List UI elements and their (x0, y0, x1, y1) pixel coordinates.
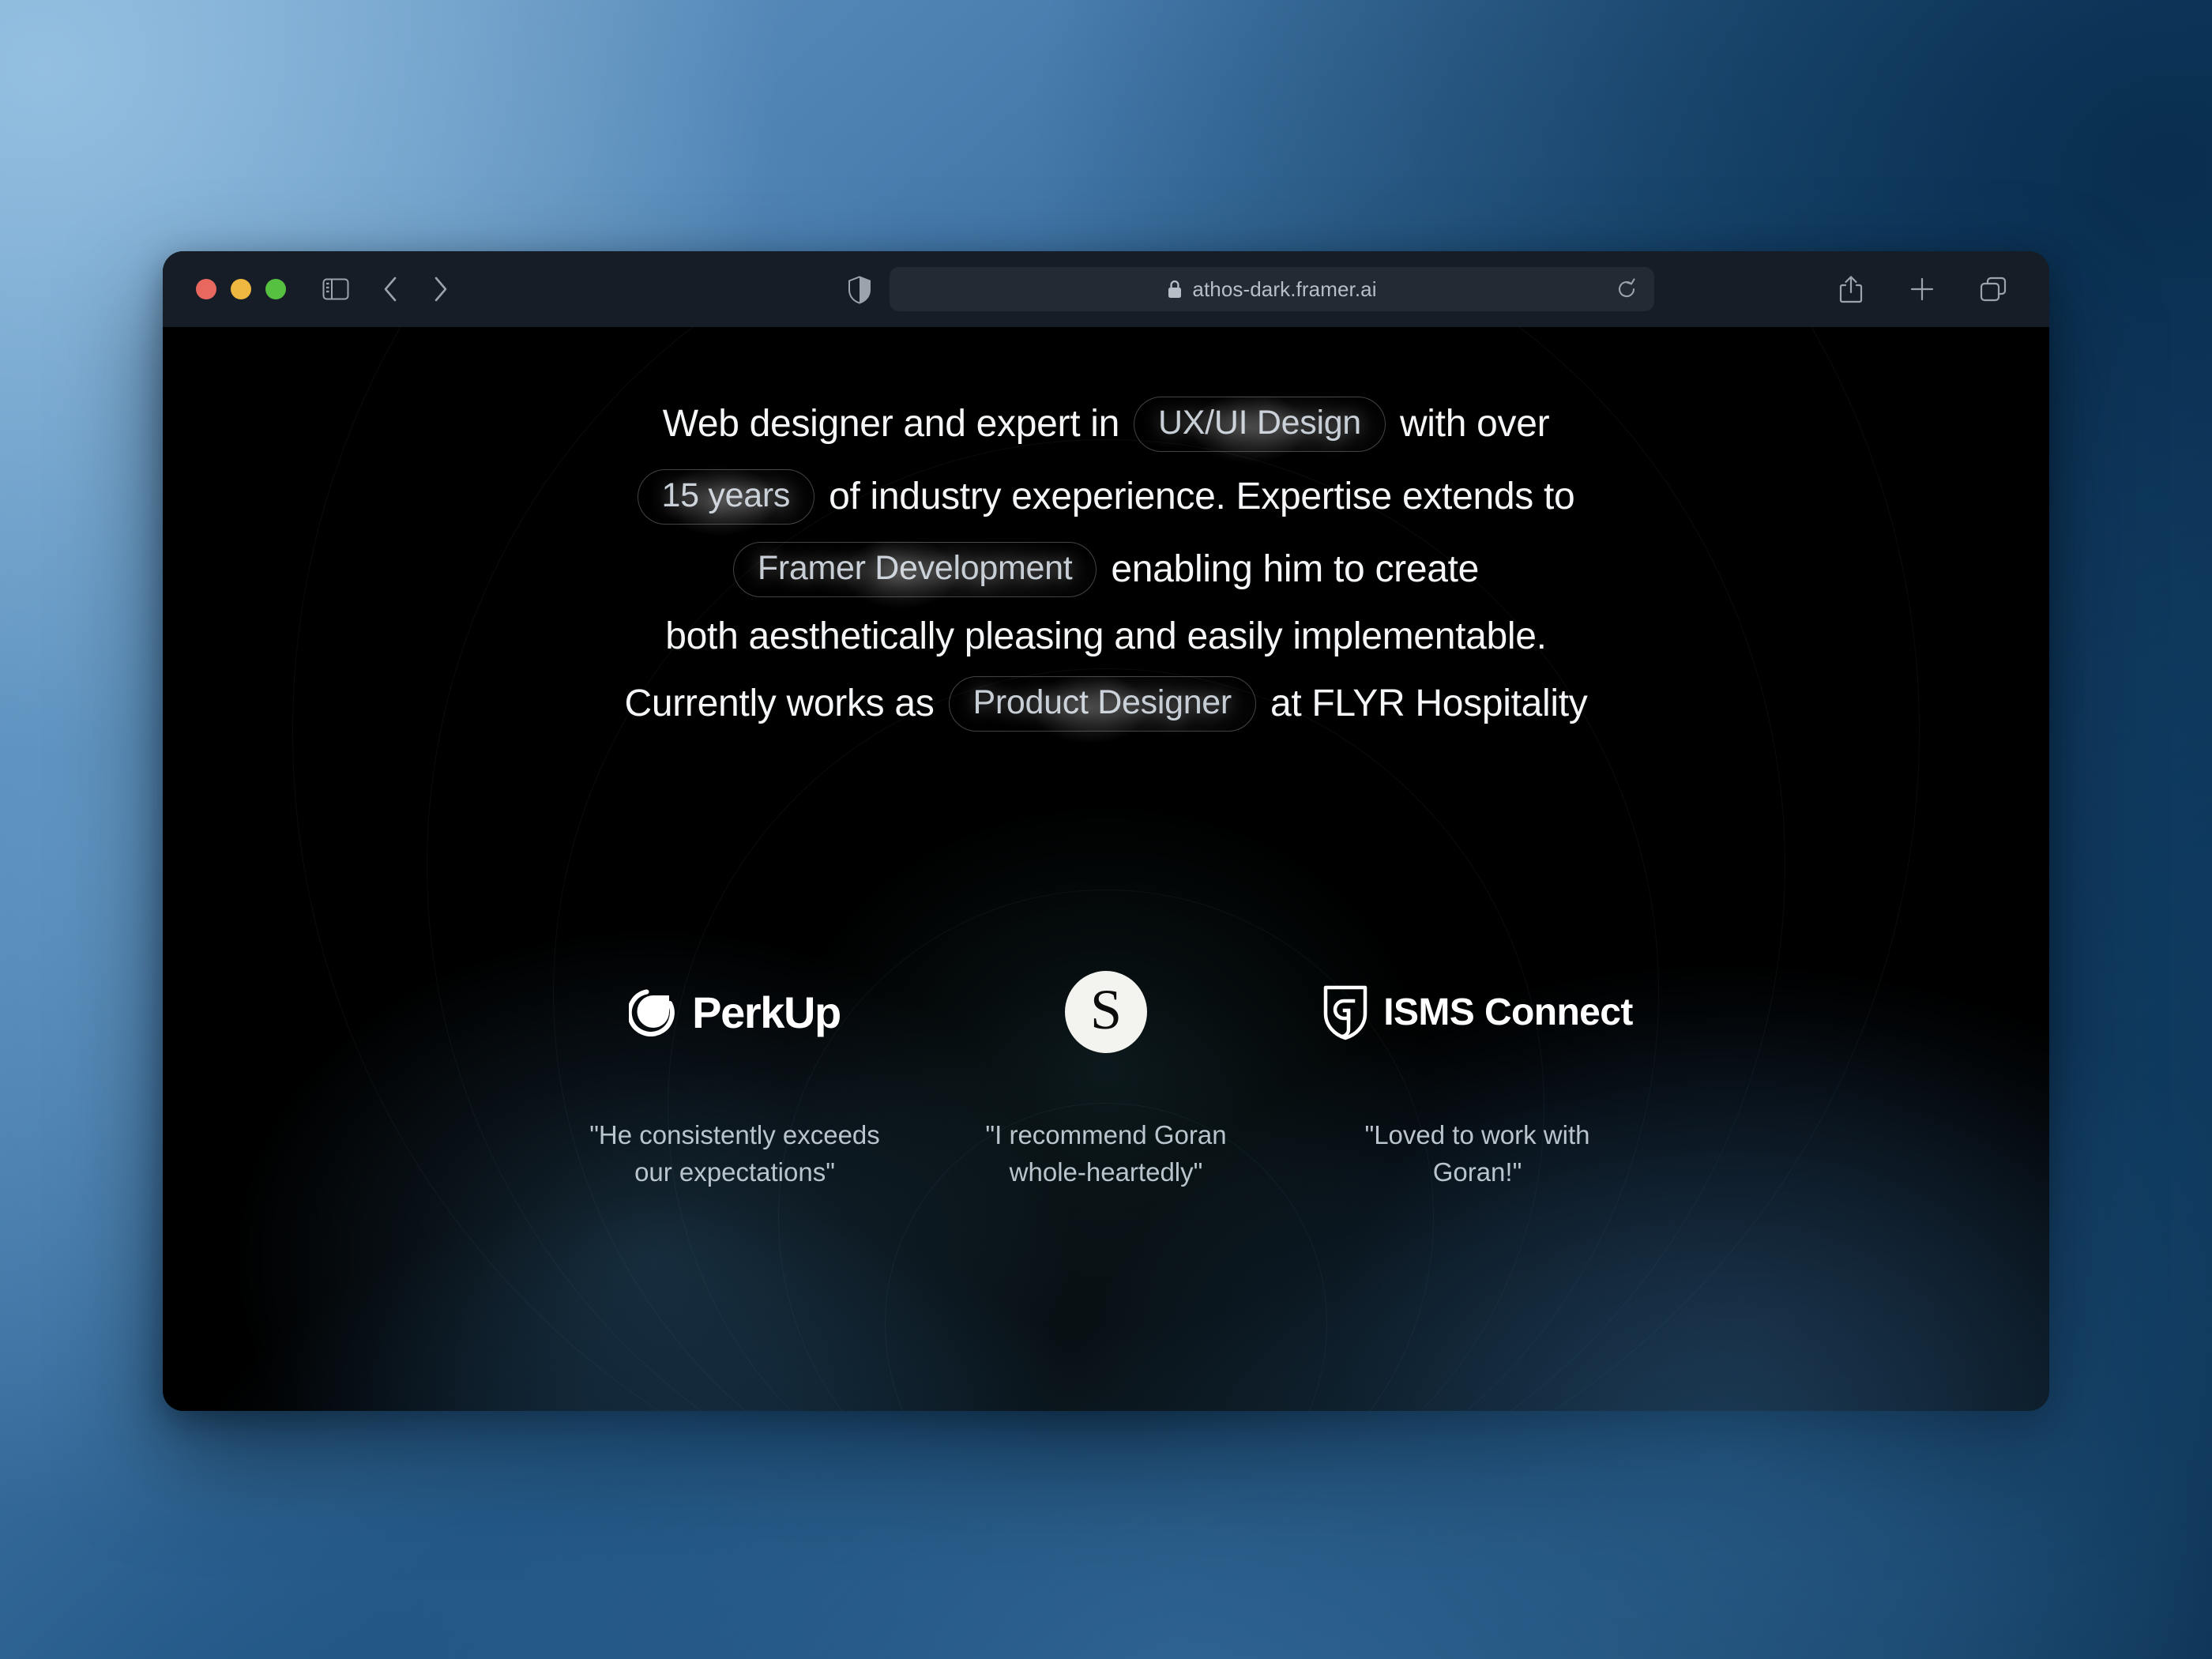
pill-ux-ui-design[interactable]: UX/UI Design (1134, 397, 1386, 452)
toolbar-right-group (1830, 268, 2014, 310)
testimonials-row: PerkUp "He consistently exceeds our expe… (163, 969, 2049, 1191)
s-circle-logo: S (1065, 969, 1147, 1055)
testimonial-quote: "Loved to work with Goran!" (1364, 1120, 1590, 1187)
hero-headline: Web designer and expert in UX/UI Design … (163, 327, 2049, 732)
headline-line-4: both aesthetically pleasing and easily i… (163, 615, 2049, 659)
headline-text-segment: at FLYR Hospitality (1270, 683, 1588, 725)
headline-text-segment: Web designer and expert in (662, 402, 1120, 445)
browser-window: athos-dark.framer.ai Web designer and ex… (163, 251, 2049, 1411)
headline-text-segment: enabling him to create (1111, 547, 1480, 590)
navigation-buttons (370, 268, 461, 310)
testimonial-s-company: S "I recommend Goran whole-heartedly" (920, 969, 1292, 1191)
perkup-logo: PerkUp (629, 969, 841, 1055)
isms-shield-icon (1324, 985, 1367, 1040)
headline-line-1: Web designer and expert in UX/UI Design … (163, 397, 2049, 452)
isms-connect-logo-text: ISMS Connect (1383, 991, 1633, 1033)
forward-button-icon[interactable] (419, 268, 461, 310)
new-tab-icon[interactable] (1901, 268, 1943, 310)
s-badge-icon: S (1065, 971, 1147, 1054)
privacy-shield-icon[interactable] (838, 269, 881, 311)
headline-text-segment: both aesthetically pleasing and easily i… (665, 615, 1547, 657)
perkup-mark-icon (629, 989, 675, 1037)
s-badge-letter: S (1089, 978, 1123, 1042)
desktop-wallpaper: athos-dark.framer.ai Web designer and ex… (0, 0, 2212, 1659)
headline-line-5: Currently works as Product Designer at F… (163, 676, 2049, 732)
headline-text-segment: of industry exeperience. Expertise exten… (829, 475, 1575, 517)
testimonial-perkup: PerkUp "He consistently exceeds our expe… (549, 969, 920, 1191)
maximize-window-button[interactable] (265, 279, 286, 299)
pill-15-years[interactable]: 15 years (637, 469, 815, 525)
perkup-logo-text: PerkUp (692, 987, 841, 1037)
back-button-icon[interactable] (370, 268, 412, 310)
headline-text-segment: with over (1399, 402, 1550, 445)
share-icon[interactable] (1830, 268, 1872, 310)
tab-overview-icon[interactable] (1972, 268, 2014, 310)
pill-product-designer[interactable]: Product Designer (948, 676, 1256, 732)
testimonial-quote: "He consistently exceeds our expectation… (589, 1120, 880, 1187)
minimize-window-button[interactable] (231, 279, 251, 299)
headline-text-segment: Currently works as (624, 683, 935, 725)
sidebar-toggle-icon[interactable] (314, 268, 357, 310)
isms-connect-logo: ISMS Connect (1322, 969, 1633, 1055)
url-text: athos-dark.framer.ai (1192, 276, 1377, 301)
page-viewport: Web designer and expert in UX/UI Design … (163, 327, 2049, 1411)
address-bar[interactable]: athos-dark.framer.ai (890, 267, 1654, 311)
window-controls (196, 279, 286, 299)
headline-line-2: 15 years of industry exeperience. Expert… (163, 469, 2049, 525)
pill-framer-development[interactable]: Framer Development (732, 542, 1097, 597)
reload-icon[interactable] (1616, 278, 1637, 300)
close-window-button[interactable] (196, 279, 216, 299)
browser-toolbar: athos-dark.framer.ai (163, 251, 2049, 327)
testimonial-isms-connect: ISMS Connect "Loved to work with Goran!" (1292, 969, 1663, 1191)
testimonial-quote: "I recommend Goran whole-heartedly" (985, 1120, 1227, 1187)
lock-icon (1167, 279, 1183, 299)
headline-line-3: Framer Development enabling him to creat… (163, 542, 2049, 597)
